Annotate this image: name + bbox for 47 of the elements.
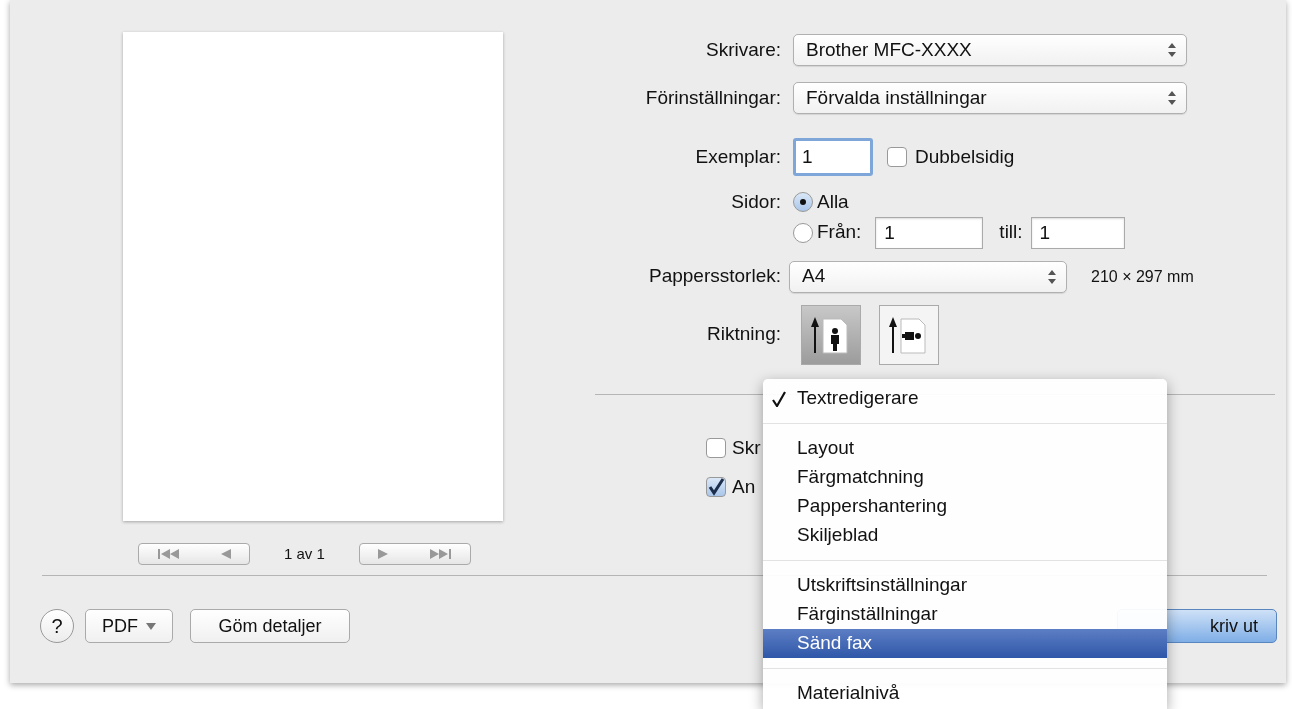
page-number-field[interactable]: 1 xyxy=(875,216,984,249)
checkbox-label: Skr xyxy=(732,435,761,460)
portrait-orientation-button[interactable] xyxy=(801,304,861,365)
paper-size-popup[interactable]: A4 xyxy=(789,260,1067,293)
radio-button[interactable] xyxy=(793,222,813,243)
hide-details-button[interactable]: Göm detaljer xyxy=(190,609,350,643)
copies-field[interactable]: 1 xyxy=(793,138,873,176)
field-label: Skrivare: xyxy=(706,38,781,60)
page-number-field[interactable]: 1 xyxy=(1030,216,1125,249)
next-page-icon xyxy=(377,548,390,561)
stepper-arrows-icon xyxy=(1168,91,1176,105)
page-back-buttons[interactable] xyxy=(138,543,250,566)
page-indicator: 1 av 1 xyxy=(284,544,325,564)
landscape-orientation-button[interactable] xyxy=(879,304,939,365)
menu-item[interactable]: Pappershantering xyxy=(763,492,1167,521)
radio-label: Alla xyxy=(817,190,849,214)
field-label: Exemplar: xyxy=(695,145,781,167)
menu-item[interactable]: Textredigerare xyxy=(763,384,1167,413)
caret-icon xyxy=(146,622,156,630)
menu-item[interactable]: Sänd fax xyxy=(763,629,1167,658)
checkbox-label: Dubbelsidig xyxy=(915,144,1015,169)
field-label: Förinställningar: xyxy=(645,86,781,108)
checkbox-label: An xyxy=(732,475,756,499)
presets-popup[interactable]: Förvalda inställningar xyxy=(793,82,1187,114)
menu-item[interactable]: Utskriftsinställningar xyxy=(763,571,1167,600)
stepper-arrows-icon xyxy=(1168,43,1176,57)
menu-item[interactable]: Skiljeblad xyxy=(763,521,1167,550)
field-label: Sidor: xyxy=(731,191,781,212)
previous-page-icon xyxy=(219,548,232,561)
radio-button[interactable] xyxy=(793,192,813,213)
field-label: till: xyxy=(999,220,1023,245)
checkbox[interactable] xyxy=(706,477,726,498)
stepper-arrows-icon xyxy=(1048,269,1056,284)
checkmark-icon xyxy=(772,390,786,407)
field-label: Pappersstorlek: xyxy=(649,265,781,287)
help-button[interactable]: ? xyxy=(40,609,74,643)
page-forward-buttons[interactable] xyxy=(358,543,471,566)
radio-label: Från: xyxy=(817,220,862,245)
menu-item[interactable]: Färgmatchning xyxy=(763,463,1167,492)
printer-popup[interactable]: Brother MFC-XXXX xyxy=(793,34,1187,66)
pdf-button[interactable]: PDF xyxy=(85,609,173,643)
field-label: Riktning: xyxy=(707,323,781,345)
menu-item[interactable]: Layout xyxy=(763,434,1167,463)
checkbox[interactable] xyxy=(887,147,907,167)
menu-item[interactable]: Materialnivå xyxy=(763,679,1167,708)
paper-dimensions: 210 × 297 mm xyxy=(1091,266,1194,287)
checkbox[interactable] xyxy=(706,437,726,458)
